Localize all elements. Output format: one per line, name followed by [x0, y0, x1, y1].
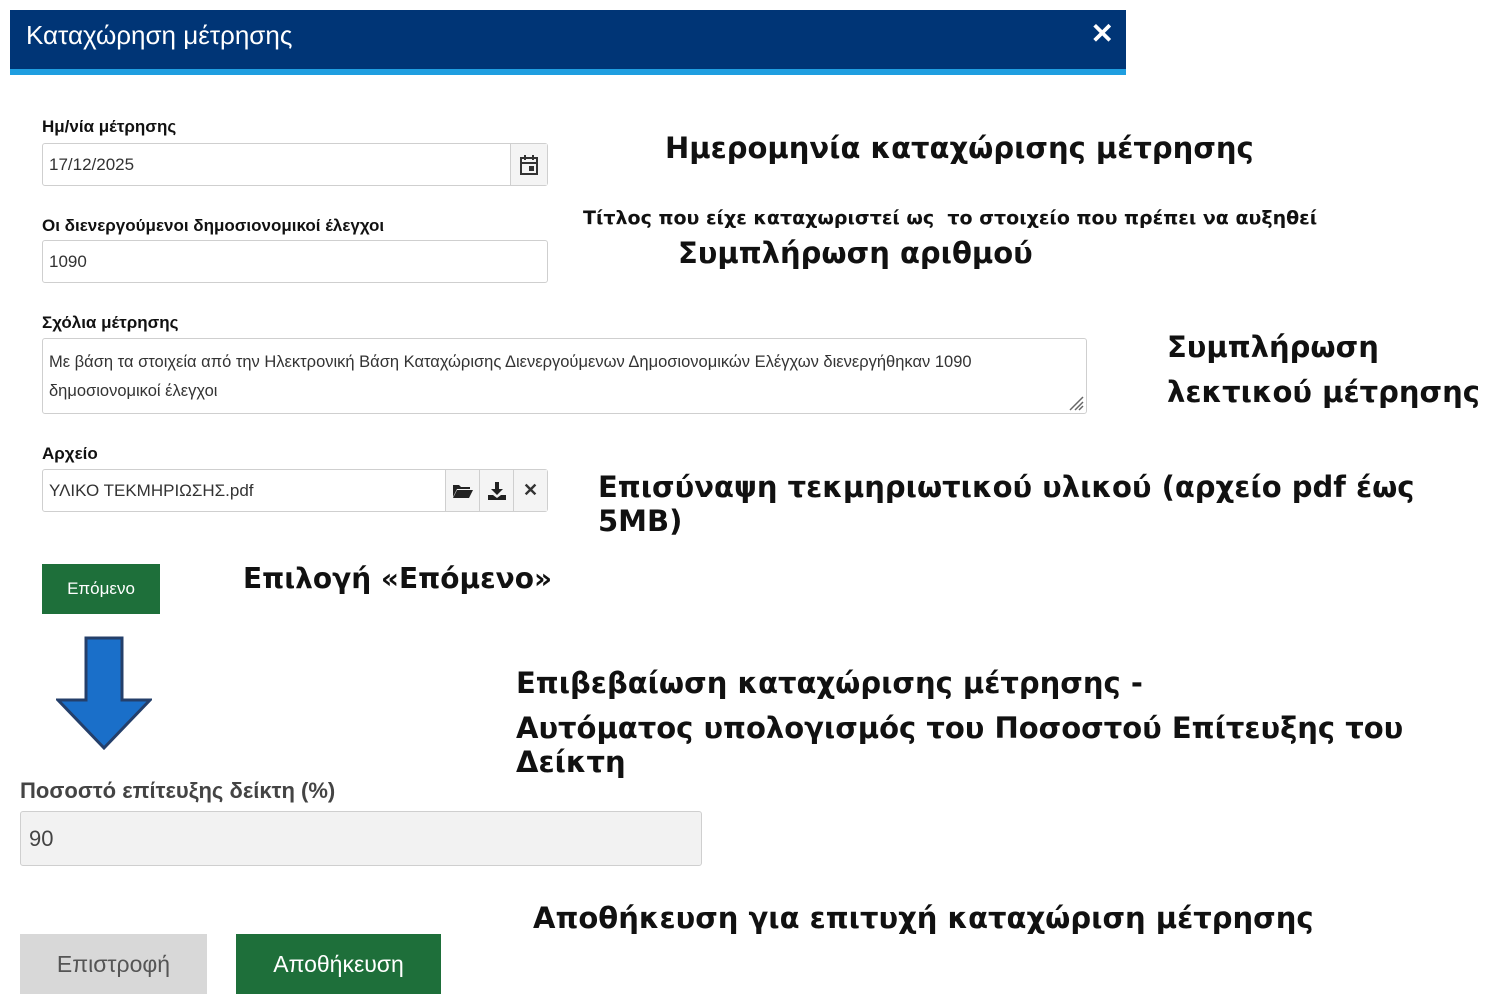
- annotation-date: Ημερομηνία καταχώρισης μέτρησης: [665, 131, 1254, 165]
- percentage-field: 90: [20, 811, 702, 866]
- annotation-number: Συμπλήρωση αριθμού: [678, 236, 1033, 270]
- dialog-header: Καταχώρηση μέτρησης ✕: [10, 10, 1126, 75]
- annotation-next: Επιλογή «Επόμενο»: [243, 562, 553, 595]
- annotation-comments-1: Συμπλήρωση: [1167, 330, 1379, 364]
- annotation-file: Επισύναψη τεκμηριωτικού υλικού (αρχείο p…: [598, 470, 1415, 538]
- save-button[interactable]: Αποθήκευση: [236, 934, 441, 994]
- fiscal-checks-label: Οι διενεργούμενοι δημοσιονομικοί έλεγχοι: [42, 216, 385, 235]
- folder-open-icon[interactable]: [445, 470, 479, 511]
- date-label: Ημ/νία μέτρησης: [42, 117, 177, 136]
- annotation-confirm-2: Αυτόματος υπολογισμός του Ποσοστού Επίτε…: [516, 711, 1404, 779]
- dialog-title: Καταχώρηση μέτρησης: [26, 20, 293, 50]
- comments-textarea[interactable]: Με βάση τα στοιχεία από την Ηλεκτρονική …: [42, 338, 1087, 414]
- download-icon[interactable]: [479, 470, 513, 511]
- date-field[interactable]: 17/12/2025: [42, 143, 548, 186]
- percentage-value: 90: [29, 825, 54, 851]
- annotation-confirm-1: Επιβεβαίωση καταχώρισης μέτρησης -: [516, 666, 1143, 700]
- comments-value: Με βάση τα στοιχεία από την Ηλεκτρονική …: [49, 353, 972, 400]
- file-value: ΥΛΙΚΟ ΤΕΚΜΗΡΙΩΣΗΣ.pdf: [49, 480, 254, 500]
- comments-label: Σχόλια μέτρησης: [42, 313, 179, 332]
- fiscal-checks-value: 1090: [49, 251, 87, 271]
- fiscal-checks-field[interactable]: 1090: [42, 240, 548, 283]
- back-button[interactable]: Επιστροφή: [20, 934, 207, 994]
- calendar-icon[interactable]: [510, 144, 547, 185]
- file-label: Αρχείο: [42, 444, 98, 463]
- annotation-title: Τίτλος που είχε καταχωριστεί ως το στοιχ…: [583, 207, 1318, 229]
- date-value: 17/12/2025: [49, 154, 135, 174]
- down-arrow-icon: [56, 636, 152, 751]
- annotation-save: Αποθήκευση για επιτυχή καταχώριση μέτρησ…: [533, 901, 1314, 935]
- next-button[interactable]: Επόμενο: [42, 564, 160, 614]
- remove-file-icon[interactable]: ✕: [513, 470, 547, 511]
- annotation-comments-2: λεκτικού μέτρησης: [1167, 375, 1480, 409]
- file-field[interactable]: ΥΛΙΚΟ ΤΕΚΜΗΡΙΩΣΗΣ.pdf ✕: [42, 469, 548, 512]
- percentage-label: Ποσοστό επίτευξης δείκτη (%): [20, 778, 336, 803]
- close-icon[interactable]: ✕: [1091, 20, 1114, 48]
- resize-handle-icon[interactable]: [1066, 393, 1084, 411]
